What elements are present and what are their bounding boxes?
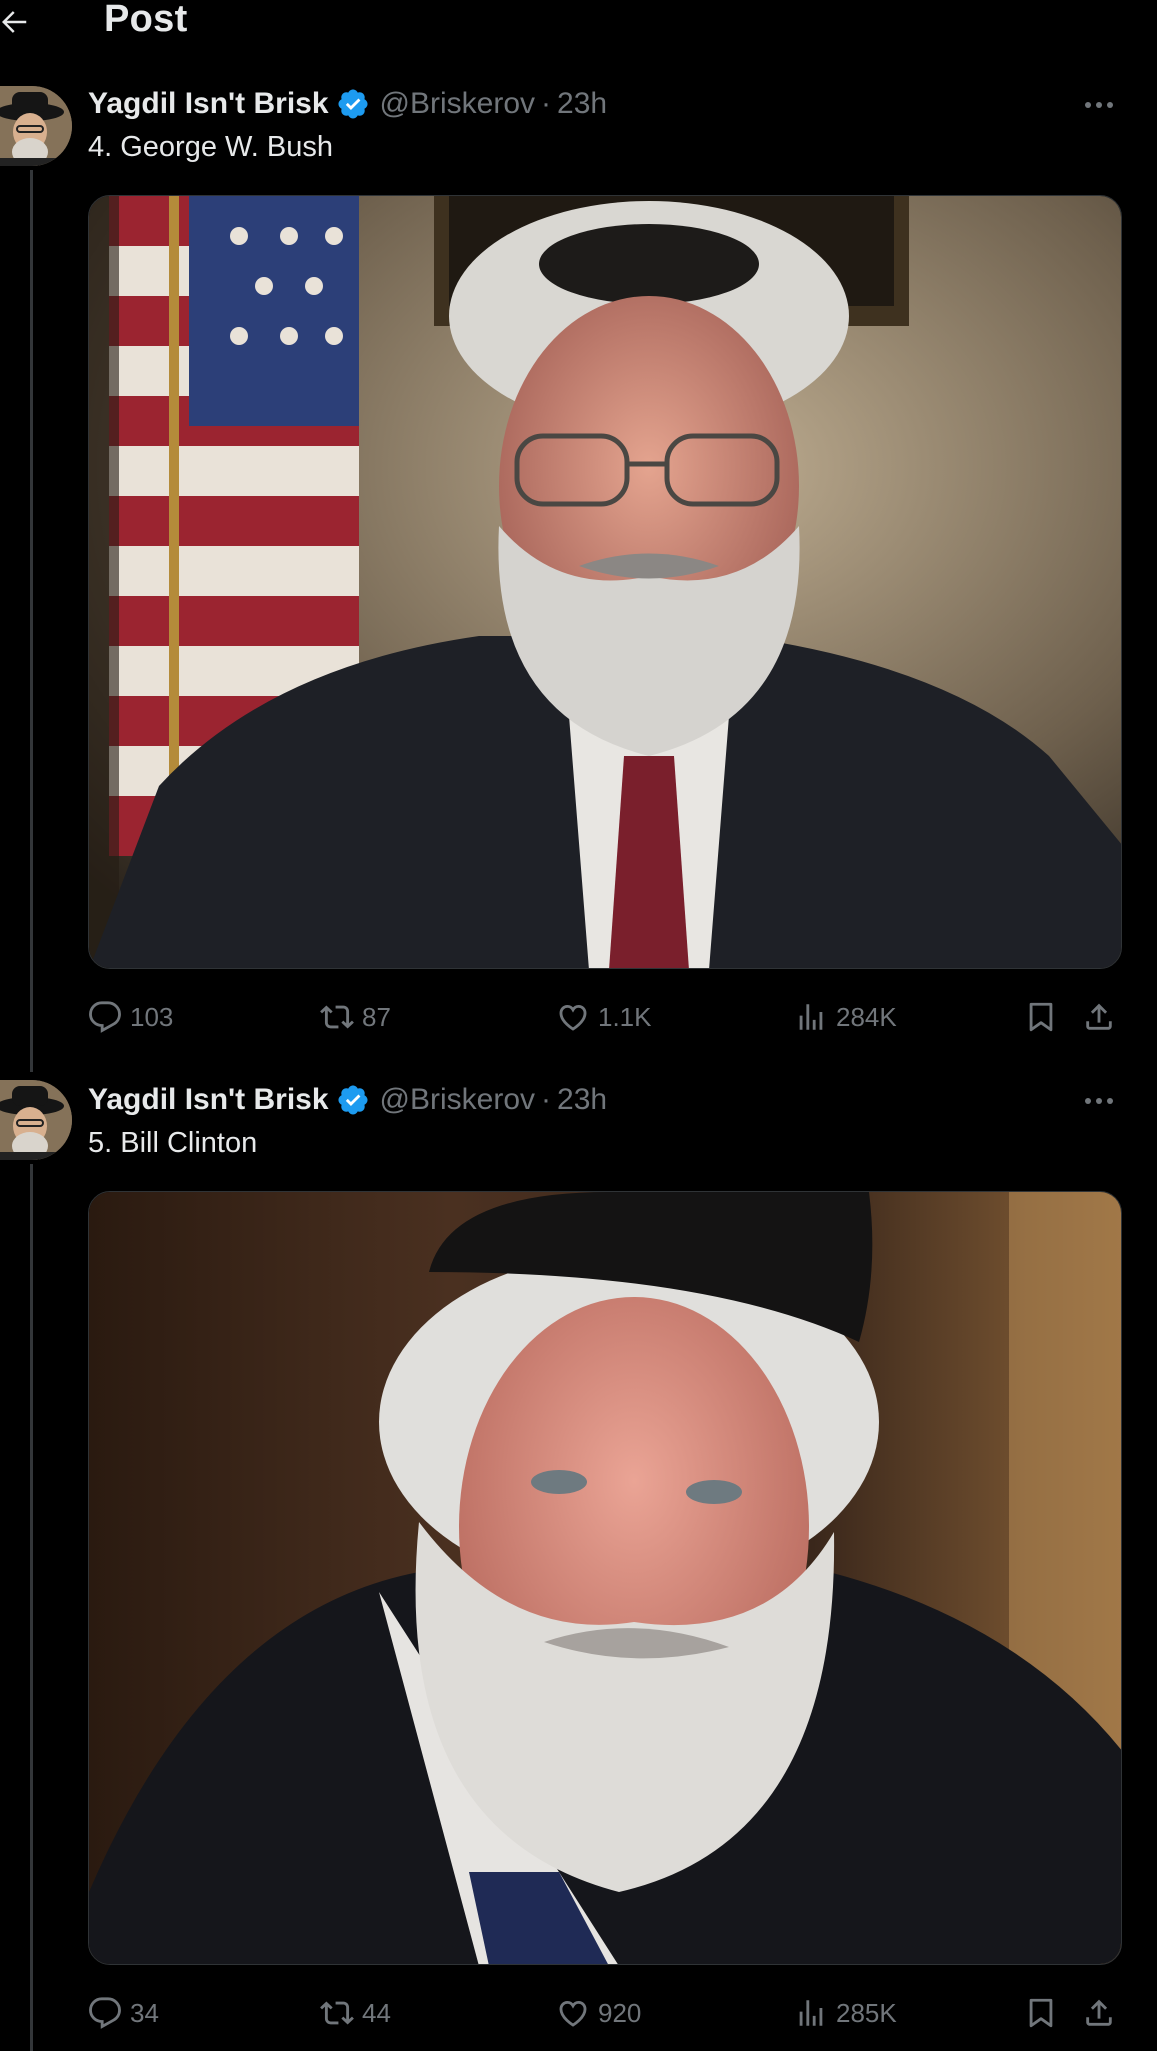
more-button[interactable] <box>1079 1086 1119 1116</box>
repost-button[interactable]: 87 <box>320 995 391 1039</box>
like-button[interactable]: 920 <box>556 1991 641 2035</box>
post-time[interactable]: 23h <box>557 1083 607 1117</box>
author-name[interactable]: Yagdil Isn't Brisk <box>88 1083 329 1117</box>
avatar[interactable] <box>0 86 72 166</box>
reply-icon <box>89 1997 121 2029</box>
more-button[interactable] <box>1079 90 1119 120</box>
views-button[interactable]: 285K <box>794 1991 897 2035</box>
arrow-left-icon <box>2 11 27 33</box>
dot-separator: · <box>541 1083 552 1116</box>
reply-count: 103 <box>130 1001 174 1032</box>
tweet-actions: 103 87 1.1K 284K <box>88 995 1122 1039</box>
bookmark-button[interactable] <box>1024 1991 1066 2035</box>
views-icon <box>799 1004 823 1030</box>
tweet-text: 4. George W. Bush <box>88 131 334 163</box>
like-count: 920 <box>598 1997 642 2028</box>
share-icon <box>1086 1003 1112 1030</box>
thread-line <box>30 1164 33 2051</box>
tweet-image[interactable] <box>88 195 1122 969</box>
post-time[interactable]: 23h <box>557 87 607 121</box>
reply-count: 34 <box>130 1997 159 2028</box>
views-icon <box>799 2000 823 2026</box>
avatar[interactable] <box>0 1080 72 1160</box>
verified-badge-icon <box>338 1085 368 1115</box>
reply-button[interactable]: 34 <box>88 1991 159 2035</box>
author-handle[interactable]: @Briskerov <box>380 87 535 121</box>
share-icon <box>1086 1999 1112 2026</box>
repost-count: 87 <box>362 1001 391 1032</box>
more-icon <box>1085 102 1113 108</box>
views-count: 285K <box>836 1997 897 2028</box>
thread-line <box>30 170 33 1072</box>
repost-icon <box>320 1005 354 1029</box>
repost-button[interactable]: 44 <box>320 1991 391 2035</box>
bookmark-icon <box>1029 1002 1053 1032</box>
dot-separator: · <box>541 87 552 120</box>
heart-icon <box>559 2000 587 2027</box>
repost-count: 44 <box>362 1997 391 2028</box>
top-bar: Post <box>0 0 1157 45</box>
heart-icon <box>559 1004 587 1031</box>
share-button[interactable] <box>1082 1991 1124 2035</box>
bookmark-button[interactable] <box>1024 995 1066 1039</box>
author-handle[interactable]: @Briskerov <box>380 1083 535 1117</box>
tweet-header: Yagdil Isn't Brisk @Briskerov · 23h <box>88 1080 607 1120</box>
bookmark-icon <box>1029 1998 1053 2028</box>
like-count: 1.1K <box>598 1001 652 1032</box>
author-name[interactable]: Yagdil Isn't Brisk <box>88 87 329 121</box>
reply-icon <box>89 1001 121 1033</box>
tweet-header: Yagdil Isn't Brisk @Briskerov · 23h <box>88 84 607 124</box>
tweet-text: 5. Bill Clinton <box>88 1127 258 1159</box>
share-button[interactable] <box>1082 995 1124 1039</box>
like-button[interactable]: 1.1K <box>556 995 652 1039</box>
page-title: Post <box>104 0 188 40</box>
reply-button[interactable]: 103 <box>88 995 173 1039</box>
tweet-actions: 34 44 920 285K <box>88 1991 1122 2035</box>
repost-icon <box>320 2001 354 2025</box>
tweet-image[interactable] <box>88 1191 1122 1965</box>
back-button[interactable] <box>0 4 32 40</box>
verified-badge-icon <box>338 89 368 119</box>
more-icon <box>1085 1098 1113 1104</box>
views-count: 284K <box>836 1001 897 1032</box>
views-button[interactable]: 284K <box>794 995 897 1039</box>
